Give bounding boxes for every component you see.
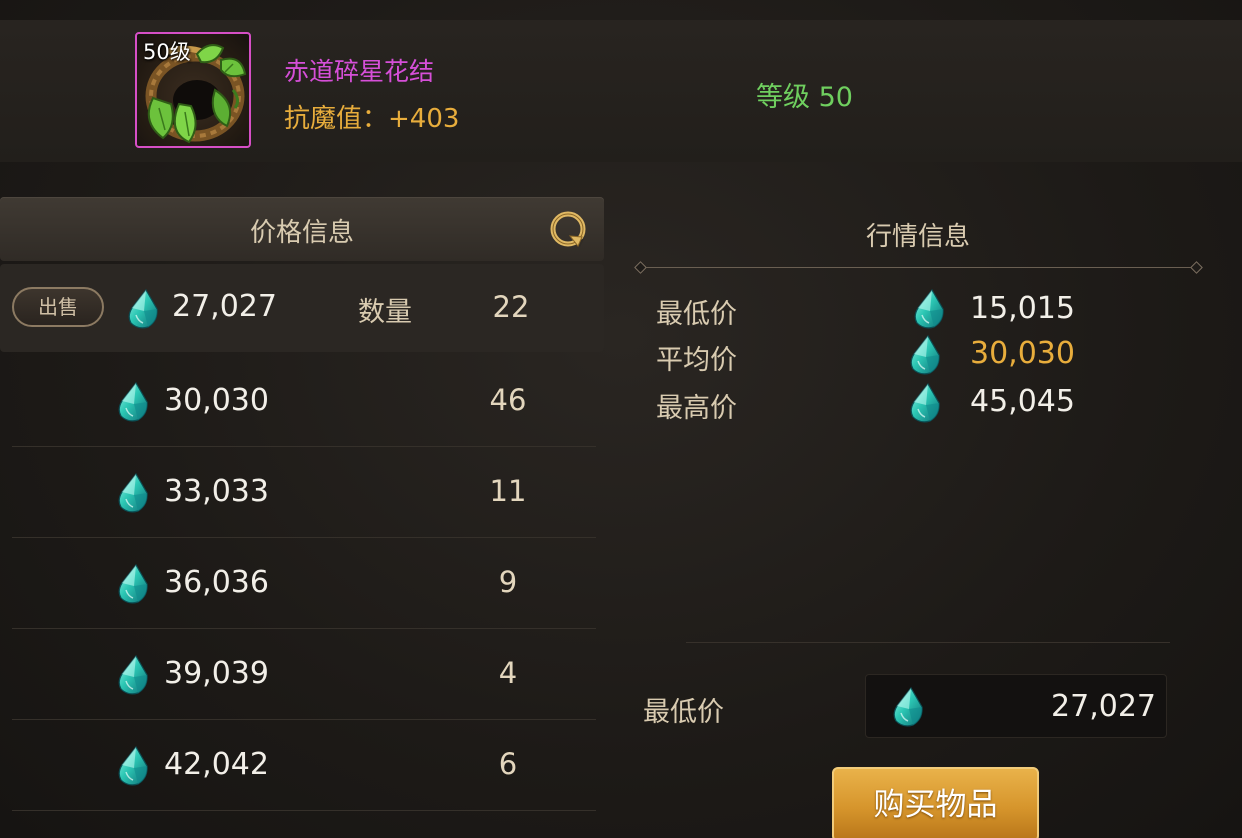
purchase-price-value: 27,027 (1051, 689, 1156, 724)
listing-price: 39,039 (164, 656, 269, 691)
auction-window: 50级 赤道碎星花结 抗魔值：+403 等级 50 价格信息 出售 27,027… (0, 0, 1242, 838)
price-info-header: 价格信息 (0, 197, 604, 261)
listing-price: 30,030 (164, 383, 269, 418)
listing-row[interactable]: 33,033 11 (12, 446, 596, 538)
average-price-value: 30,030 (970, 336, 1075, 371)
gem-icon (912, 289, 946, 329)
price-info-title: 价格信息 (249, 218, 354, 248)
listing-row[interactable]: 36,036 9 (12, 537, 596, 629)
listing-row-first[interactable]: 出售 27,027 数量 22 (0, 264, 604, 352)
gem-icon (908, 335, 942, 375)
gem-icon (891, 687, 925, 727)
gem-icon (116, 564, 150, 604)
item-header: 50级 赤道碎星花结 抗魔值：+403 等级 50 (0, 20, 1242, 162)
gem-icon (116, 655, 150, 695)
listing-price: 42,042 (164, 747, 269, 782)
item-icon-frame[interactable]: 50级 (135, 32, 251, 148)
item-level-badge: 50级 (143, 40, 191, 64)
listing-quantity: 11 (489, 474, 527, 508)
lowest-price-value: 15,015 (970, 291, 1075, 326)
market-info-title: 行情信息 (865, 222, 970, 252)
listing-price: 27,027 (172, 289, 277, 324)
average-price-label: 平均价 (656, 345, 737, 376)
listing-quantity: 22 (492, 290, 530, 324)
gem-icon (116, 473, 150, 513)
gem-icon (126, 289, 160, 329)
gem-icon (116, 382, 150, 422)
highest-price-label: 最高价 (656, 393, 737, 424)
panel-divider (686, 642, 1170, 643)
listing-row[interactable]: 39,039 4 (12, 628, 596, 720)
item-level: 等级 50 (756, 82, 853, 113)
sell-button[interactable]: 出售 (12, 287, 104, 327)
item-name: 赤道碎星花结 (284, 57, 435, 86)
highest-price-value: 45,045 (970, 384, 1075, 419)
buy-item-button[interactable]: 购买物品 (832, 767, 1039, 838)
listing-row[interactable]: 30,030 46 (12, 355, 596, 447)
divider-ornament (634, 261, 647, 274)
purchase-price-label: 最低价 (643, 697, 724, 728)
gem-icon (908, 383, 942, 423)
listing-row[interactable]: 42,042 6 (12, 719, 596, 811)
gem-icon (116, 746, 150, 786)
listing-quantity: 9 (498, 565, 518, 599)
listing-quantity: 46 (489, 383, 527, 417)
listing-price: 33,033 (164, 474, 269, 509)
listing-quantity: 4 (498, 656, 518, 690)
listing-quantity: 6 (498, 747, 518, 781)
divider-ornament (1190, 261, 1203, 274)
refresh-icon[interactable] (548, 209, 588, 249)
listing-price: 36,036 (164, 565, 269, 600)
purchase-price-field[interactable]: 27,027 (865, 674, 1167, 738)
lowest-price-label: 最低价 (656, 299, 737, 330)
quantity-label: 数量 (358, 297, 412, 328)
market-divider (640, 267, 1196, 268)
item-stat: 抗魔值：+403 (284, 104, 460, 134)
